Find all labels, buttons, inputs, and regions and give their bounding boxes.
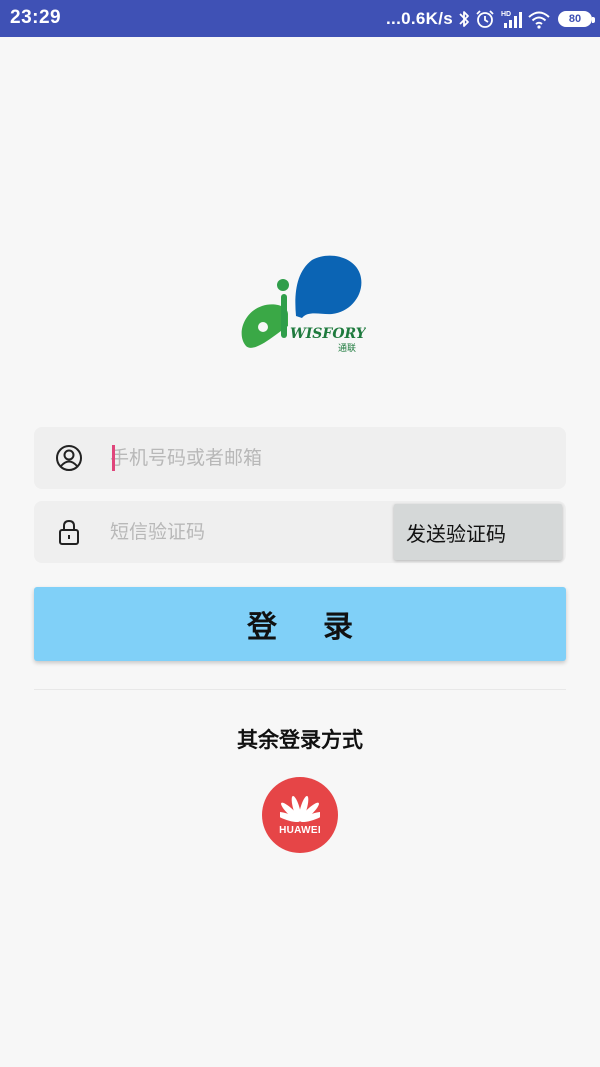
battery-level: 80	[568, 12, 582, 25]
sms-code-input[interactable]	[110, 511, 380, 553]
text-cursor	[112, 445, 115, 471]
bluetooth-icon	[459, 10, 469, 27]
signal-icon: HD	[501, 11, 522, 28]
lock-icon	[59, 519, 79, 545]
send-code-button[interactable]: 发送验证码	[394, 504, 562, 560]
sms-code-input-row: 发送验证码	[34, 501, 566, 563]
logo-brand: WISFORY	[290, 326, 366, 342]
status-bar: 23:29 ...0.6K/s HD 80	[0, 0, 600, 37]
huawei-logo-icon	[280, 795, 320, 823]
divider	[34, 689, 566, 690]
other-login-label: 其余登录方式	[237, 728, 363, 752]
network-speed: ...0.6K/s	[386, 8, 453, 28]
wifi-icon	[528, 11, 550, 29]
status-icons: ...0.6K/s HD 80	[386, 0, 595, 37]
login-button[interactable]: 登录	[34, 587, 566, 661]
hd-label: HD	[501, 11, 511, 18]
logo-sub: 通联	[338, 343, 356, 354]
huawei-label: HUAWEI	[279, 825, 321, 836]
wisfory-logo: WISFORY 通联	[241, 255, 366, 354]
phone-input-row	[34, 427, 566, 489]
battery-indicator: 80	[558, 10, 595, 27]
huawei-login-button[interactable]: HUAWEI	[262, 777, 338, 853]
user-icon	[56, 445, 82, 471]
status-time: 23:29	[10, 7, 62, 28]
alarm-clock-icon	[476, 9, 494, 28]
phone-email-input[interactable]	[110, 437, 410, 479]
